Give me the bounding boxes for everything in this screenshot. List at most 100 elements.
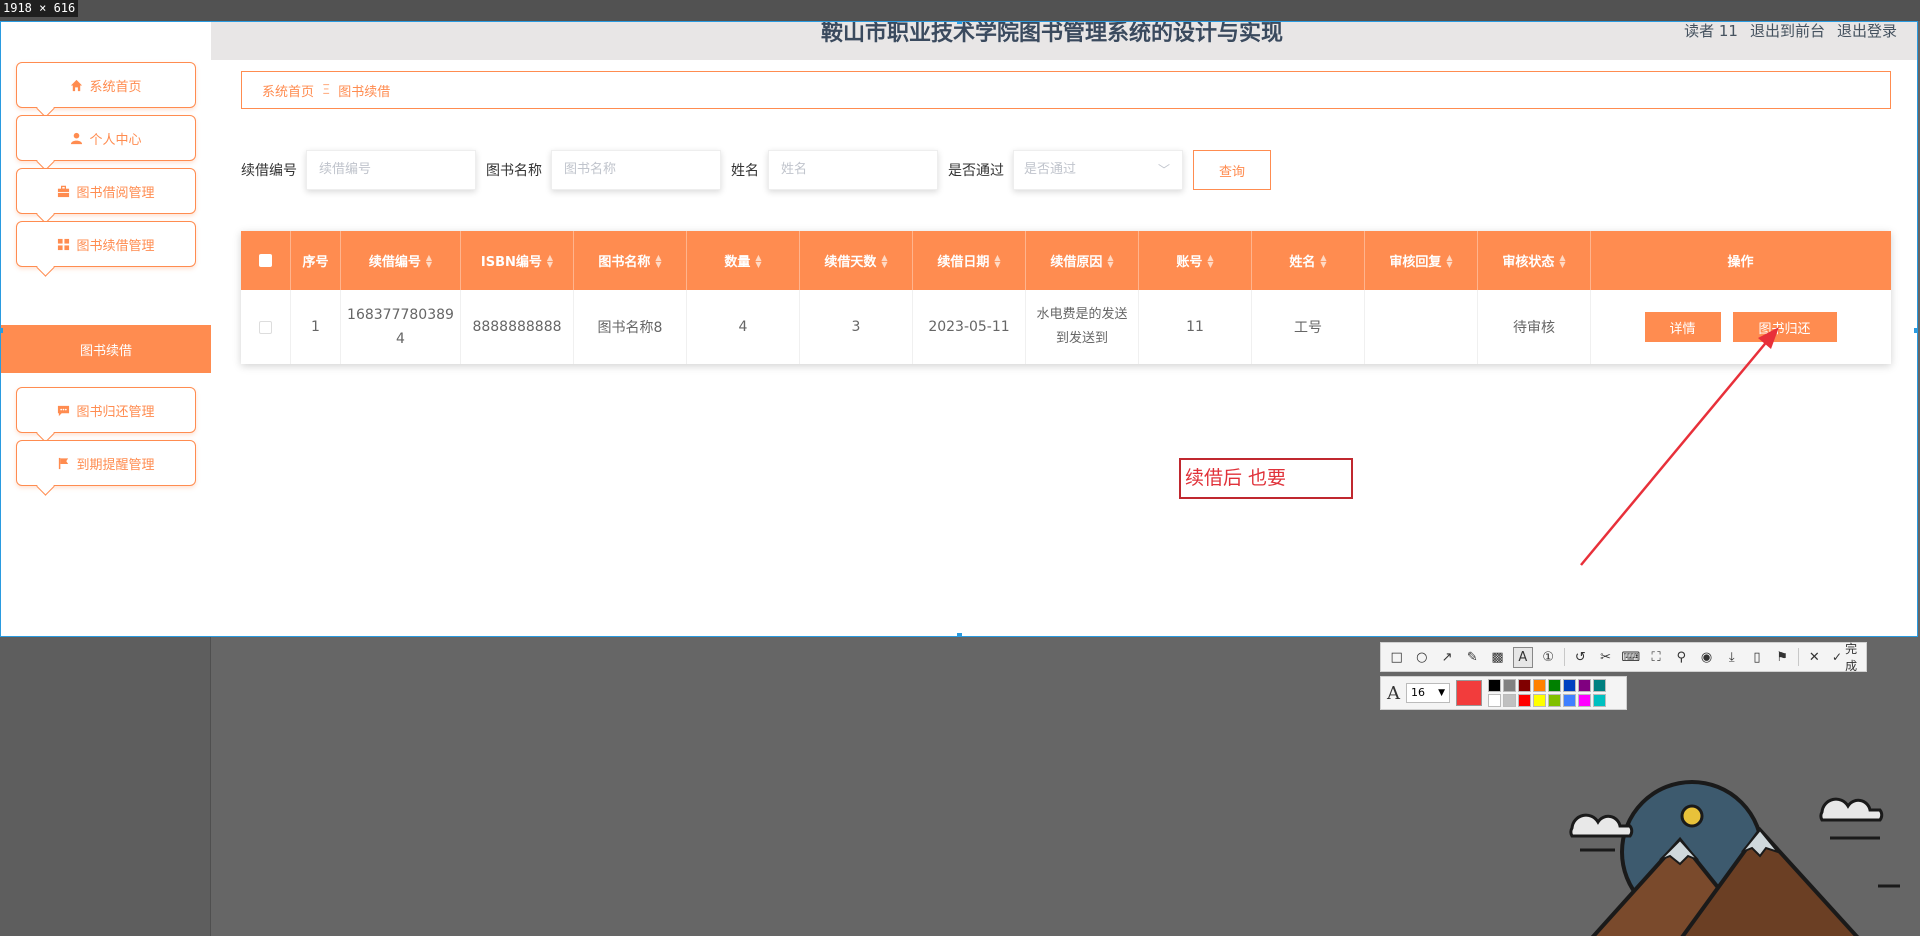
renew-no-input[interactable]: 续借编号 [306, 150, 476, 190]
record-icon[interactable]: ◉ [1697, 647, 1716, 668]
sort-icon[interactable]: ▲ ▼ [1107, 253, 1113, 268]
undo-icon[interactable]: ↺ [1571, 647, 1590, 668]
selection-handle[interactable] [1914, 328, 1917, 333]
color-swatch[interactable] [1518, 679, 1531, 692]
selection-handle[interactable] [1, 328, 3, 333]
select-all-checkbox-cell[interactable] [241, 231, 291, 290]
sidebar-item-due-reminder[interactable]: 到期提醒管理 [16, 440, 196, 486]
done-button[interactable]: ✓ 完成 [1832, 640, 1866, 674]
sort-icon[interactable]: ▲ ▼ [655, 253, 661, 268]
mosaic-icon[interactable]: ▩ [1488, 647, 1507, 668]
color-swatch[interactable] [1488, 679, 1501, 692]
select-all-checkbox[interactable] [259, 254, 272, 267]
table-header-row: 序号 续借编号 ▲ ▼ ISBN编号 ▲ ▼ 图书名称 ▲ ▼ 数量 ▲ ▼ 续借天数 ▲ ▼ 续借… [241, 231, 1891, 290]
sort-icon[interactable]: ▲ ▼ [881, 253, 887, 268]
selection-handle[interactable] [957, 633, 962, 636]
search-label-approved: 是否通过 [948, 163, 1004, 179]
sidebar-item-label: 图书借阅管理 [76, 185, 155, 201]
breadcrumb-home-link[interactable]: 系统首页 [262, 81, 314, 100]
sort-icon[interactable]: ▲ ▼ [1446, 253, 1452, 268]
rectangle-icon[interactable]: □ [1387, 647, 1406, 668]
sidebar-item-home[interactable]: 系统首页 [16, 62, 196, 108]
color-swatch[interactable] [1533, 694, 1546, 707]
sidebar-item-personal-center[interactable]: 个人中心 [16, 115, 196, 161]
detail-button[interactable]: 详情 [1644, 312, 1721, 342]
ellipse-icon[interactable]: ○ [1412, 647, 1431, 668]
text-style-toolbar: A 16 ▼ [1380, 676, 1627, 710]
color-swatch[interactable] [1488, 694, 1501, 707]
col-header[interactable]: 续借原因 ▲ ▼ [1026, 231, 1139, 290]
translate-icon[interactable]: ⌨ [1621, 647, 1640, 668]
phone-icon[interactable]: ▯ [1747, 647, 1766, 668]
logout-link[interactable]: 退出登录 [1837, 22, 1897, 40]
ocr-icon[interactable]: ⛶ [1646, 647, 1665, 668]
sort-icon[interactable]: ▲ ▼ [1320, 253, 1326, 268]
col-header[interactable]: 图书名称 ▲ ▼ [574, 231, 687, 290]
color-swatch[interactable] [1593, 679, 1606, 692]
text-icon[interactable]: A [1513, 646, 1533, 668]
color-swatch[interactable] [1503, 694, 1516, 707]
sort-icon[interactable]: ▲ ▼ [1207, 253, 1213, 268]
approved-select[interactable]: 是否通过 ﹀ [1013, 150, 1183, 190]
col-header[interactable]: 审核状态 ▲ ▼ [1478, 231, 1591, 290]
color-swatch[interactable] [1533, 679, 1546, 692]
row-checkbox[interactable] [259, 320, 272, 334]
color-swatch[interactable] [1593, 694, 1606, 707]
color-swatch[interactable] [1548, 679, 1561, 692]
col-header[interactable]: 续借编号 ▲ ▼ [341, 231, 461, 290]
capture-selection[interactable]: 系统首页 个人中心 图书借阅管理 图书续借管理 图书续借 图书归还管理 到期提醒… [0, 21, 1918, 637]
arrow-icon[interactable]: ↗ [1437, 647, 1456, 668]
sort-icon[interactable]: ▲ ▼ [994, 253, 1000, 268]
col-header[interactable]: 续借天数 ▲ ▼ [800, 231, 913, 290]
search-label-renew-no: 续借编号 [241, 163, 297, 179]
cell-renew-date: 2023-05-11 [913, 290, 1026, 364]
col-header[interactable]: 数量 ▲ ▼ [687, 231, 800, 290]
color-swatch[interactable] [1578, 694, 1591, 707]
sidebar-item-borrow-management[interactable]: 图书借阅管理 [16, 168, 196, 214]
toolbar-divider [1797, 648, 1799, 666]
color-swatch[interactable] [1548, 694, 1561, 707]
col-header[interactable]: 姓名 ▲ ▼ [1252, 231, 1365, 290]
sidebar-item-label: 系统首页 [89, 79, 142, 95]
return-book-button[interactable]: 图书归还 [1732, 312, 1837, 342]
number-icon[interactable]: ① [1539, 647, 1558, 668]
search-bar: 续借编号 续借编号 图书名称 图书名称 姓名 姓名 是否通过 是否通过 ﹀ 查询 [241, 150, 1271, 190]
close-icon[interactable]: ✕ [1805, 647, 1824, 668]
color-swatch[interactable] [1563, 679, 1576, 692]
sort-icon[interactable]: ▲ ▼ [755, 253, 761, 268]
col-header[interactable]: ISBN编号 ▲ ▼ [461, 231, 574, 290]
search-label-book-name: 图书名称 [486, 163, 542, 179]
color-swatch[interactable] [1518, 694, 1531, 707]
color-swatch[interactable] [1503, 679, 1516, 692]
bookmark-icon[interactable]: ⚑ [1773, 647, 1792, 668]
breadcrumb-separator-icon: Ξ [322, 82, 331, 98]
sidebar-subitem-renew[interactable]: 图书续借 [1, 325, 211, 373]
mountain-illustration [1569, 780, 1900, 936]
annotation-text-box[interactable]: 续借后 也要 [1179, 458, 1353, 499]
row-checkbox-cell[interactable] [241, 290, 291, 364]
color-swatch[interactable] [1563, 694, 1576, 707]
current-color-swatch[interactable] [1456, 680, 1482, 706]
sort-icon[interactable]: ▲ ▼ [1559, 253, 1565, 268]
name-input[interactable]: 姓名 [768, 150, 938, 190]
cell-name: 工号 [1252, 290, 1365, 364]
sidebar-item-return-management[interactable]: 图书归还管理 [16, 387, 196, 433]
font-size-select[interactable]: 16 ▼ [1406, 683, 1450, 703]
sort-icon[interactable]: ▲ ▼ [426, 253, 432, 268]
scissors-icon[interactable]: ✂ [1596, 647, 1615, 668]
col-header[interactable]: 账号 ▲ ▼ [1139, 231, 1252, 290]
pencil-icon[interactable]: ✎ [1463, 647, 1482, 668]
sidebar-item-renew-management[interactable]: 图书续借管理 [16, 221, 196, 267]
pin-icon[interactable]: ⚲ [1672, 647, 1691, 668]
exit-to-frontend-link[interactable]: 退出到前台 [1750, 22, 1825, 40]
col-header[interactable]: 审核回复 ▲ ▼ [1365, 231, 1478, 290]
sort-icon[interactable]: ▲ ▼ [547, 253, 553, 268]
color-swatch[interactable] [1578, 679, 1591, 692]
search-label-name: 姓名 [731, 163, 759, 179]
query-button[interactable]: 查询 [1193, 150, 1271, 190]
selection-size-badge: 1918 × 616 [0, 0, 79, 17]
col-header[interactable]: 续借日期 ▲ ▼ [913, 231, 1026, 290]
book-name-input[interactable]: 图书名称 [551, 150, 721, 190]
download-icon[interactable]: ⤓ [1722, 647, 1741, 668]
selection-handle[interactable] [957, 22, 962, 24]
